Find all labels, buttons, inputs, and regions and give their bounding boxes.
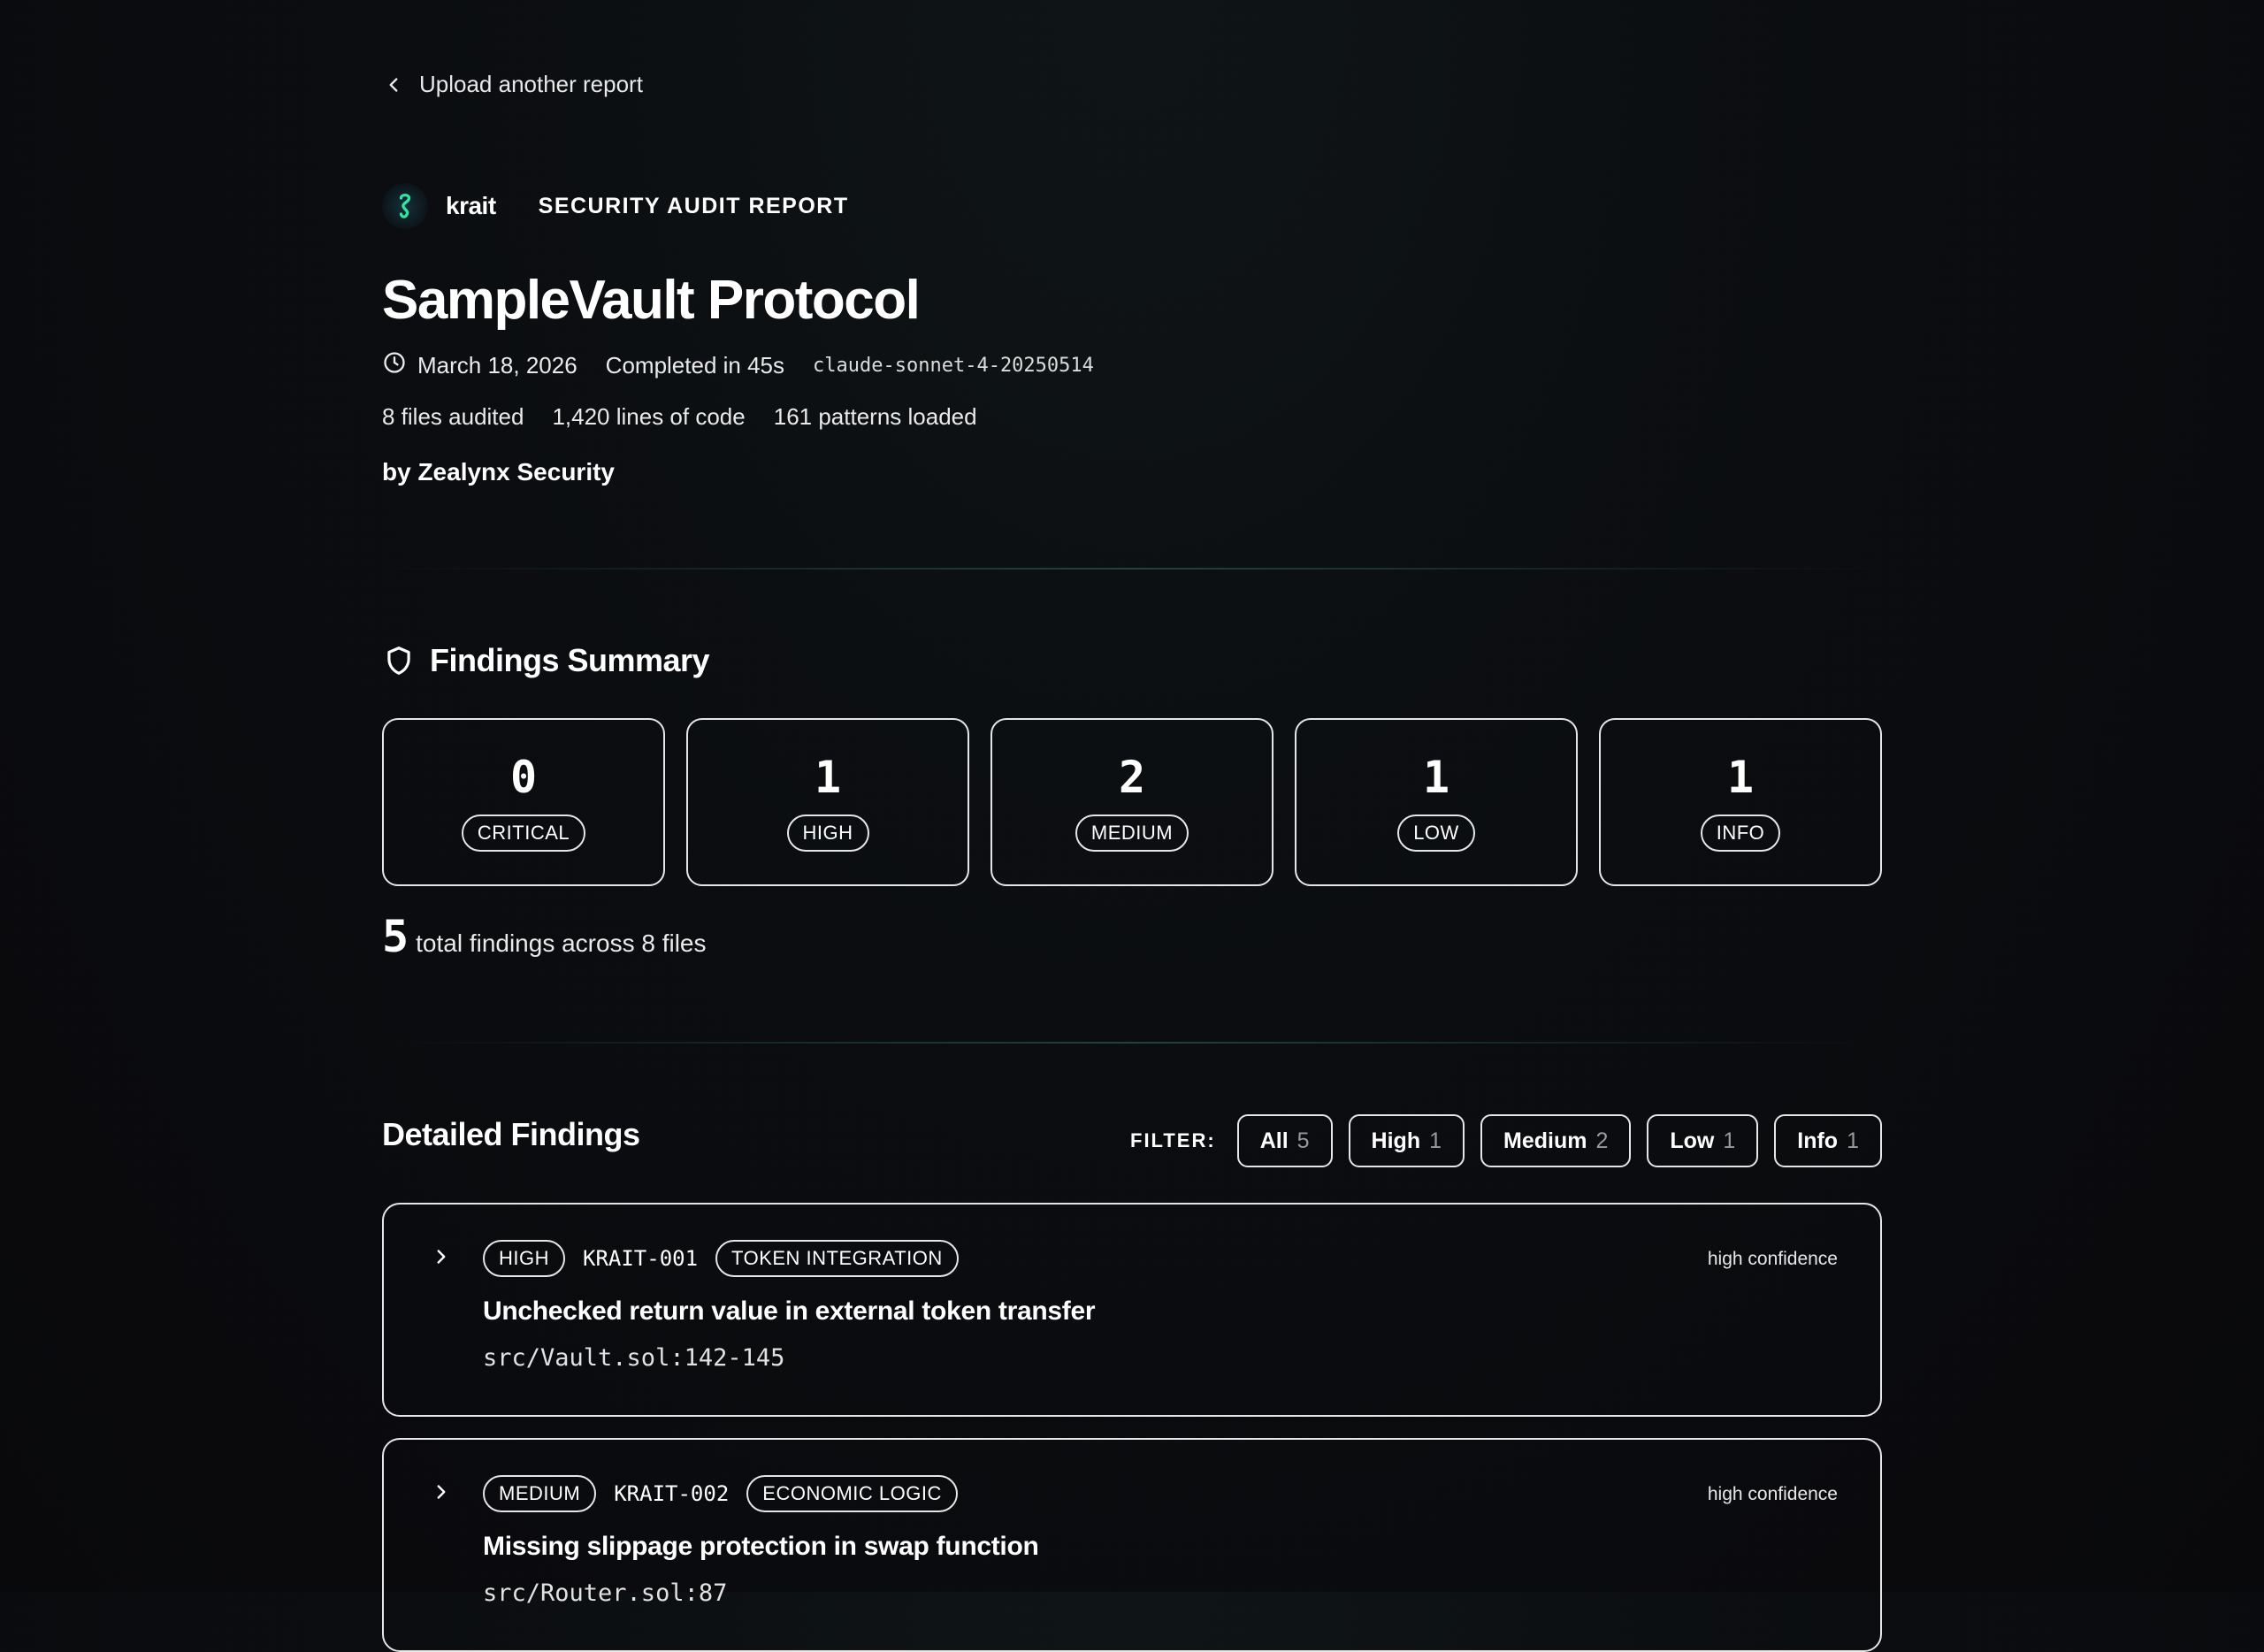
lines-of-code: 1,420 lines of code [552, 402, 746, 430]
filter-name: Medium [1503, 1128, 1587, 1153]
clock-icon [382, 350, 407, 381]
files-audited: 8 files audited [382, 402, 524, 430]
report-model: claude-sonnet-4-20250514 [813, 354, 1094, 377]
findings-filter: FILTER: All 5 High 1 Medium 2 Low 1 Info… [1130, 1114, 1882, 1167]
filter-high-button[interactable]: High 1 [1348, 1114, 1465, 1167]
finding-id: KRAIT-002 [614, 1481, 730, 1506]
findings-summary-title: Findings Summary [430, 642, 710, 678]
finding-title: Missing slippage protection in swap func… [483, 1532, 1039, 1561]
report-duration: Completed in 45s [605, 351, 785, 379]
report-date: March 18, 2026 [417, 351, 577, 379]
filter-name: All [1259, 1128, 1289, 1153]
finding-location: src/Router.sol:87 [483, 1579, 728, 1607]
filter-count: 1 [1723, 1128, 1736, 1153]
filter-name: Info [1797, 1128, 1839, 1153]
audit-stats: 8 files audited 1,420 lines of code 161 … [382, 400, 1006, 433]
brand-name: krait [446, 192, 496, 219]
filter-count: 5 [1296, 1128, 1310, 1153]
finding-card[interactable]: HIGH KRAIT-001 TOKEN INTEGRATION high co… [382, 1203, 1882, 1417]
back-link-label: Upload another report [419, 71, 643, 97]
filter-info-button[interactable]: Info 1 [1774, 1114, 1882, 1167]
severity-label: HIGH [786, 815, 869, 852]
patterns-loaded: 161 patterns loaded [773, 402, 977, 430]
severity-count: 0 [509, 752, 538, 803]
chevron-right-icon[interactable] [430, 1245, 453, 1268]
severity-count: 2 [1118, 752, 1146, 803]
chevron-left-icon [389, 77, 398, 92]
category-badge: TOKEN INTEGRATION [715, 1240, 959, 1277]
severity-label: INFO [1700, 815, 1781, 852]
finding-title: Unchecked return value in external token… [483, 1296, 1096, 1326]
divider [382, 1042, 1882, 1044]
finding-tags: MEDIUM KRAIT-002 ECONOMIC LOGIC [483, 1475, 958, 1512]
total-findings-count: 5 [382, 911, 409, 962]
severity-label: LOW [1397, 815, 1475, 852]
severity-count: 1 [814, 752, 842, 803]
severity-label: CRITICAL [461, 815, 586, 852]
severity-card-high: 1 HIGH [686, 718, 969, 886]
severity-summary: 0 CRITICAL 1 HIGH 2 MEDIUM 1 LOW 1 INFO [382, 718, 1882, 886]
filter-count: 2 [1595, 1128, 1609, 1153]
filter-all-button[interactable]: All 5 [1236, 1114, 1333, 1167]
total-findings: 5 total findings across 8 files [382, 911, 707, 962]
filter-low-button[interactable]: Low 1 [1647, 1114, 1759, 1167]
shield-icon [387, 646, 410, 675]
confidence-label: high confidence [1707, 1484, 1838, 1504]
severity-card-medium: 2 MEDIUM [990, 718, 1274, 886]
severity-count: 1 [1726, 752, 1755, 803]
severity-card-info: 1 INFO [1599, 718, 1882, 886]
brand-header: krait SECURITY AUDIT REPORT [382, 181, 849, 231]
filter-count: 1 [1429, 1128, 1442, 1153]
severity-label: MEDIUM [1075, 815, 1189, 852]
finding-card[interactable]: MEDIUM KRAIT-002 ECONOMIC LOGIC high con… [382, 1438, 1882, 1652]
detailed-findings-title: Detailed Findings [382, 1116, 640, 1152]
divider [382, 568, 1882, 570]
back-link[interactable]: Upload another report [382, 71, 643, 98]
report-meta: March 18, 2026 Completed in 45s claude-s… [382, 348, 1122, 382]
filter-count: 1 [1847, 1128, 1859, 1153]
findings-summary-header: Findings Summary [382, 642, 710, 679]
filter-name: High [1371, 1128, 1421, 1153]
finding-location: src/Vault.sol:142-145 [483, 1344, 785, 1372]
category-badge: ECONOMIC LOGIC [746, 1475, 958, 1512]
severity-card-critical: 0 CRITICAL [382, 718, 665, 886]
filter-label: FILTER: [1130, 1129, 1216, 1151]
filter-medium-button[interactable]: Medium 2 [1480, 1114, 1632, 1167]
report-title: SampleVault Protocol [382, 270, 921, 331]
severity-badge: HIGH [483, 1240, 565, 1277]
report-kind: SECURITY AUDIT REPORT [538, 193, 849, 218]
byline: by Zealynx Security [382, 458, 616, 486]
severity-badge: MEDIUM [483, 1475, 597, 1512]
finding-tags: HIGH KRAIT-001 TOKEN INTEGRATION [483, 1240, 959, 1277]
severity-card-low: 1 LOW [1295, 718, 1578, 886]
severity-count: 1 [1422, 752, 1450, 803]
krait-logo-icon [382, 183, 428, 229]
total-findings-text: total findings across 8 files [416, 929, 707, 957]
chevron-right-icon[interactable] [430, 1480, 453, 1503]
finding-id: KRAIT-001 [583, 1246, 699, 1271]
confidence-label: high confidence [1707, 1249, 1838, 1269]
filter-name: Low [1670, 1128, 1715, 1153]
